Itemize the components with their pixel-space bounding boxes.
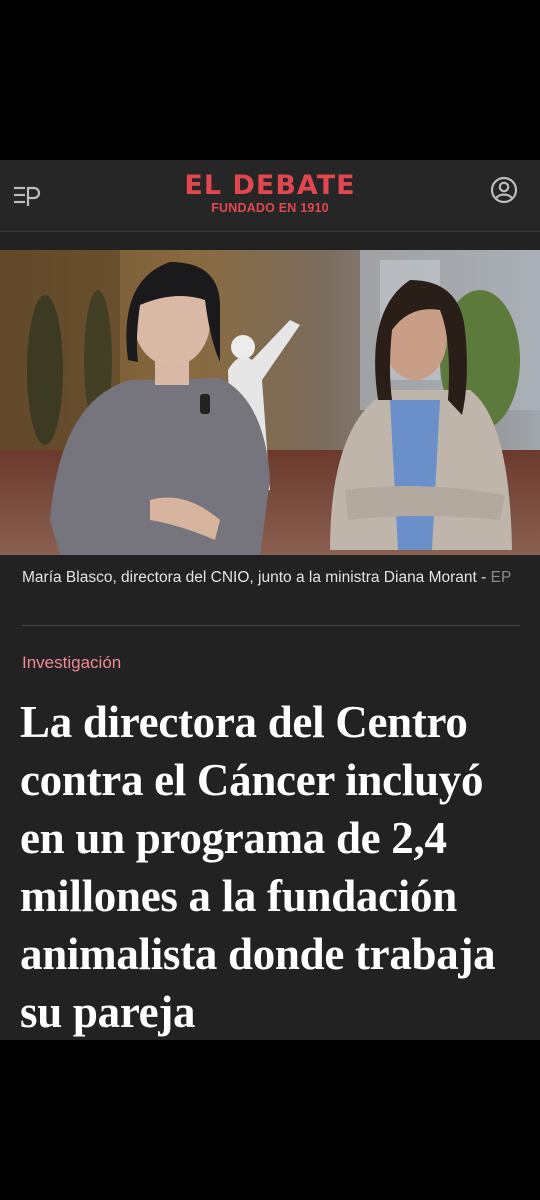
logo-name: EL DEBATE: [184, 170, 356, 201]
divider: [22, 625, 520, 626]
app-screen: EL DEBATE FUNDADO EN 1910 María Blasco, …: [0, 160, 540, 1040]
caption-text: María Blasco, directora del CNIO, junto …: [22, 569, 477, 586]
photo-caption: María Blasco, directora del CNIO, junto …: [22, 569, 512, 586]
logo-tagline: FUNDADO EN 1910: [211, 201, 329, 215]
section-link[interactable]: Investigación: [22, 653, 121, 673]
user-circle-icon[interactable]: [490, 176, 518, 204]
site-header: EL DEBATE FUNDADO EN 1910: [0, 160, 540, 232]
site-logo[interactable]: EL DEBATE FUNDADO EN 1910: [0, 170, 540, 215]
article-headline: La directora del Centro contra el Cáncer…: [20, 697, 496, 1037]
caption-credit: EP: [490, 569, 512, 586]
article-photo[interactable]: [0, 250, 540, 555]
